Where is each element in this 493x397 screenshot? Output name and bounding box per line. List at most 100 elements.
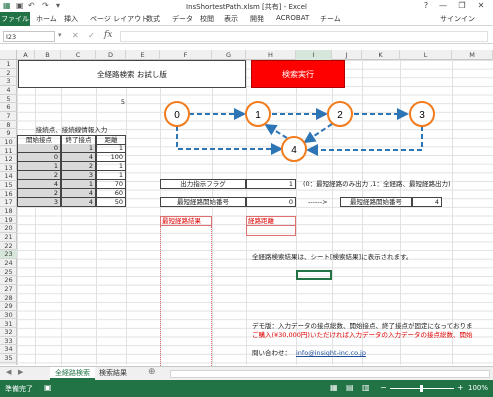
output-flag-value[interactable]: 1 [246,179,296,189]
scroll-left-icon[interactable]: ◀ [6,368,11,376]
edge-table-cell[interactable]: 1 [61,180,96,189]
edge-table-cell[interactable]: 0 [17,153,61,162]
edge-table-cell[interactable]: 2 [17,189,61,198]
row-15[interactable]: 15 [0,181,17,190]
column-f[interactable]: F [160,50,212,60]
horizontal-scrollbar[interactable] [170,370,490,378]
tab-review[interactable]: 校閲 [200,14,214,24]
row-35[interactable]: 35 [0,354,17,363]
zoom-in-icon[interactable]: + [457,383,464,392]
row-30[interactable]: 30 [0,311,17,320]
run-search-button[interactable]: 検索実行 [251,60,345,88]
row-21[interactable]: 21 [0,233,17,242]
row-20[interactable]: 20 [0,224,17,233]
help-button[interactable]: ? [419,0,433,12]
row-26[interactable]: 26 [0,276,17,285]
row-1[interactable]: 1 [0,60,17,69]
tab-developer[interactable]: 開発 [250,14,264,24]
tab-file[interactable]: ファイル [0,12,30,26]
column-d[interactable]: D [96,50,126,60]
row-23[interactable]: 23 [0,250,17,259]
sign-in-link[interactable]: サインイン [440,14,475,24]
edge-table-cell[interactable]: 1 [17,162,61,171]
shortest-start-value[interactable]: 0 [246,197,296,207]
tab-formulas[interactable]: 数式 [146,14,160,24]
restore-button[interactable]: ❐ [455,0,469,12]
tab-page-layout[interactable]: ページ レイアウト [90,14,148,24]
column-h[interactable]: H [246,50,296,60]
row-7[interactable]: 7 [0,112,17,121]
edge-table-cell[interactable]: 4 [61,198,96,207]
minimize-button[interactable]: — [436,0,450,12]
row-3[interactable]: 3 [0,77,17,86]
row-27[interactable]: 27 [0,285,17,294]
row-33[interactable]: 33 [0,337,17,346]
row-8[interactable]: 8 [0,121,17,130]
edge-table-cell[interactable]: 4 [61,189,96,198]
column-b[interactable]: B [35,50,61,60]
row-14[interactable]: 14 [0,172,17,182]
zoom-out-icon[interactable]: − [380,383,387,392]
insert-function-button[interactable]: fx [104,30,112,40]
zoom-slider-thumb[interactable] [420,385,423,392]
row-25[interactable]: 25 [0,268,17,277]
edge-table-cell[interactable]: 1 [61,144,96,153]
shortest-end-value[interactable]: 4 [412,197,442,207]
column-k[interactable]: K [362,50,400,60]
column-g[interactable]: G [212,50,246,60]
row-11[interactable]: 11 [0,147,17,156]
edge-table-cell[interactable]: 60 [96,189,126,198]
tab-data[interactable]: データ [172,14,193,24]
edge-table-cell[interactable]: 0 [17,144,61,153]
edge-table-cell[interactable]: 70 [96,180,126,189]
row-32[interactable]: 32 [0,328,17,337]
tab-home[interactable]: ホーム [36,14,57,24]
cancel-icon[interactable]: ✕ [72,31,79,40]
edge-table-cell[interactable]: 3 [61,171,96,180]
row-12[interactable]: 12 [0,155,17,164]
macro-record-icon[interactable]: ▣ [44,383,52,392]
title-cell[interactable]: 全経路検索 お試し版 [18,60,246,88]
close-button[interactable]: ✕ [474,0,488,12]
edge-table-cell[interactable]: 2 [61,162,96,171]
formula-input[interactable] [120,31,488,42]
tab-view[interactable]: 表示 [224,14,238,24]
row-17[interactable]: 17 [0,198,17,208]
row-9[interactable]: 9 [0,129,17,138]
row-10[interactable]: 10 [0,138,17,147]
edge-table-cell[interactable]: 1 [96,171,126,180]
tab-team[interactable]: チーム [320,14,341,24]
edge-table-cell[interactable]: 100 [96,153,126,162]
add-sheet-icon[interactable]: ⊕ [148,367,156,377]
edge-table-cell[interactable]: 4 [61,153,96,162]
select-all-corner[interactable] [0,50,17,60]
contact-email-link[interactable]: info@insight-inc.co.jp [296,349,366,357]
edge-table-cell[interactable]: 1 [96,162,126,171]
row-2[interactable]: 2 [0,69,17,78]
row-19[interactable]: 19 [0,216,17,225]
sheet-tab-results[interactable]: 検索結果 [94,367,132,380]
column-c[interactable]: C [61,50,96,60]
row-34[interactable]: 34 [0,345,17,355]
row-18[interactable]: 18 [0,207,17,216]
sheet-tab-all-paths[interactable]: 全経路検索 [50,367,95,380]
page-break-view-icon[interactable]: ▥ [362,383,370,392]
column-m[interactable]: M [452,50,493,60]
column-a[interactable]: A [17,50,35,60]
row-29[interactable]: 29 [0,302,17,311]
tab-acrobat[interactable]: ACROBAT [276,14,309,22]
edge-table-cell[interactable]: 4 [17,180,61,189]
edge-table-cell[interactable]: 1 [96,144,126,153]
column-e[interactable]: E [126,50,160,60]
edge-table-cell[interactable]: 3 [17,198,61,207]
row-31[interactable]: 31 [0,320,17,329]
selected-cell-i23[interactable] [296,270,332,280]
row-24[interactable]: 24 [0,259,17,268]
column-i[interactable]: I [296,50,332,60]
enter-icon[interactable]: ✓ [88,31,95,40]
row-16[interactable]: 16 [0,190,17,199]
scroll-right-icon[interactable]: ▶ [18,368,23,376]
row-22[interactable]: 22 [0,242,17,251]
row-13[interactable]: 13 [0,164,17,173]
row-28[interactable]: 28 [0,294,17,303]
